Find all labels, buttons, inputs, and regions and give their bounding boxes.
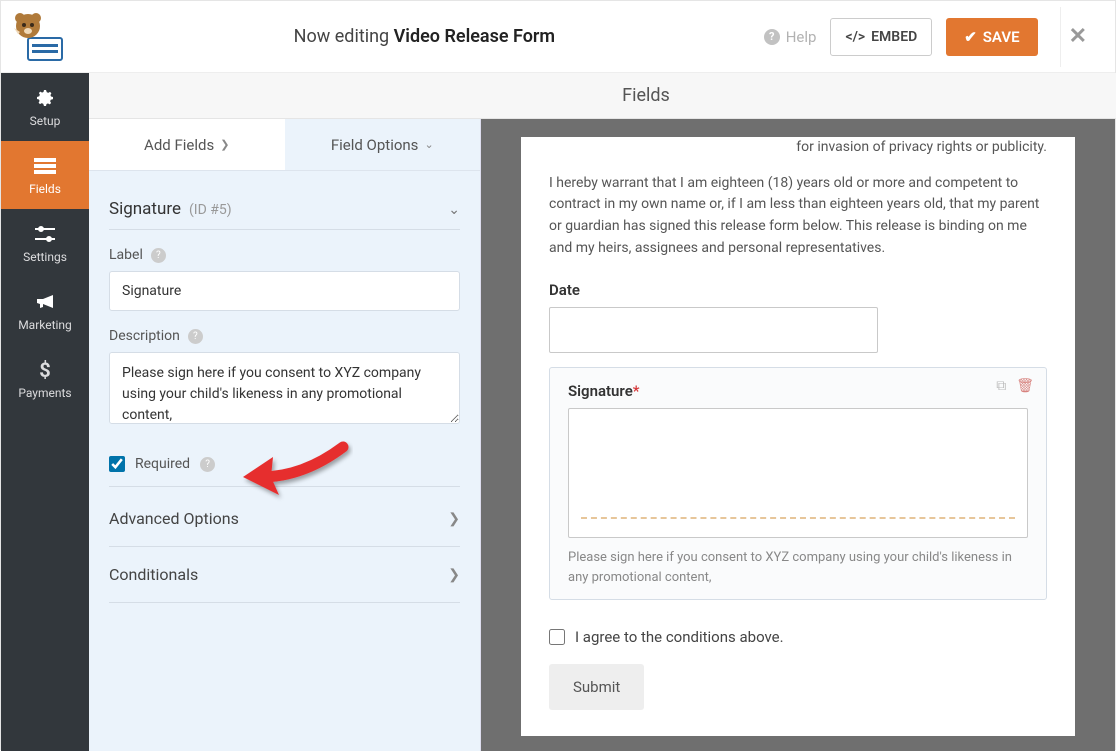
field-options-panel: Add Fields ❯ Field Options ⌄ Signature (… — [89, 73, 481, 751]
description-input[interactable] — [109, 352, 460, 424]
help-icon: ? — [764, 29, 780, 45]
bullhorn-icon — [33, 290, 57, 314]
signature-description: Please sign here if you consent to XYZ c… — [568, 548, 1028, 587]
help-icon[interactable]: ? — [200, 457, 215, 472]
label-input[interactable] — [109, 271, 460, 311]
advanced-options-toggle[interactable]: Advanced Options ❯ — [109, 491, 460, 547]
tab-field-options[interactable]: Field Options ⌄ — [285, 119, 481, 170]
save-button[interactable]: ✔ SAVE — [946, 18, 1037, 56]
signature-canvas[interactable] — [568, 408, 1028, 538]
required-star: * — [633, 382, 640, 400]
form-preview: xfor invasion of privacy rights or publi… — [481, 73, 1115, 751]
nav-settings[interactable]: Settings — [1, 209, 89, 277]
agree-checkbox[interactable] — [549, 629, 565, 645]
required-checkbox[interactable] — [109, 456, 125, 472]
form-name: Video Release Form — [394, 26, 555, 47]
agree-label: I agree to the conditions above. — [575, 628, 784, 646]
chevron-right-icon: ❯ — [220, 138, 229, 151]
date-label: Date — [549, 281, 1047, 299]
tab-add-fields[interactable]: Add Fields ❯ — [89, 119, 285, 170]
field-heading[interactable]: Signature (ID #5) ⌄ — [109, 189, 460, 230]
date-field: Date — [549, 281, 1047, 353]
label-label: Label ? — [109, 247, 166, 263]
legal-text-fragment: for invasion of privacy rights or public… — [796, 139, 1047, 155]
check-icon: ✔ — [964, 28, 977, 46]
required-label: Required — [135, 456, 190, 472]
help-icon[interactable]: ? — [151, 248, 166, 263]
duplicate-icon[interactable]: ⧉ — [996, 378, 1006, 394]
signature-label: Signature* — [568, 382, 1028, 400]
side-nav: Setup Fields Settings Marketing $ Paymen… — [1, 73, 89, 751]
code-icon: </> — [845, 29, 865, 45]
sliders-icon — [33, 222, 57, 246]
description-label: Description ? — [109, 328, 203, 344]
editing-title: Now editing Video Release Form — [85, 26, 764, 47]
panel-header: Fields — [89, 73, 1116, 119]
top-bar: Now editing Video Release Form ? Help </… — [1, 1, 1115, 73]
close-button[interactable]: ✕ — [1060, 7, 1095, 67]
editing-prefix: Now editing — [294, 26, 389, 47]
submit-button[interactable]: Submit — [549, 664, 644, 710]
help-icon[interactable]: ? — [188, 329, 203, 344]
list-icon — [33, 154, 57, 178]
gear-icon — [33, 86, 57, 110]
nav-fields[interactable]: Fields — [1, 141, 89, 209]
dollar-icon: $ — [33, 358, 57, 382]
embed-button[interactable]: </> EMBED — [830, 18, 932, 56]
conditionals-toggle[interactable]: Conditionals ❯ — [109, 547, 460, 603]
app-logo — [11, 11, 67, 63]
nav-setup[interactable]: Setup — [1, 73, 89, 141]
chevron-right-icon: ❯ — [448, 511, 460, 527]
field-id: (ID #5) — [189, 202, 232, 218]
date-input[interactable] — [549, 307, 878, 353]
help-link[interactable]: ? Help — [764, 28, 817, 46]
legal-paragraph: I hereby warrant that I am eighteen (18)… — [549, 173, 1047, 260]
nav-payments[interactable]: $ Payments — [1, 345, 89, 413]
trash-icon[interactable]: 🗑 — [1016, 378, 1034, 394]
signature-field[interactable]: ⧉ 🗑 Signature* Please sign here if you c… — [549, 367, 1047, 600]
chevron-down-icon: ⌄ — [424, 138, 433, 151]
nav-marketing[interactable]: Marketing — [1, 277, 89, 345]
chevron-right-icon: ❯ — [448, 567, 460, 583]
chevron-down-icon: ⌄ — [448, 202, 460, 218]
